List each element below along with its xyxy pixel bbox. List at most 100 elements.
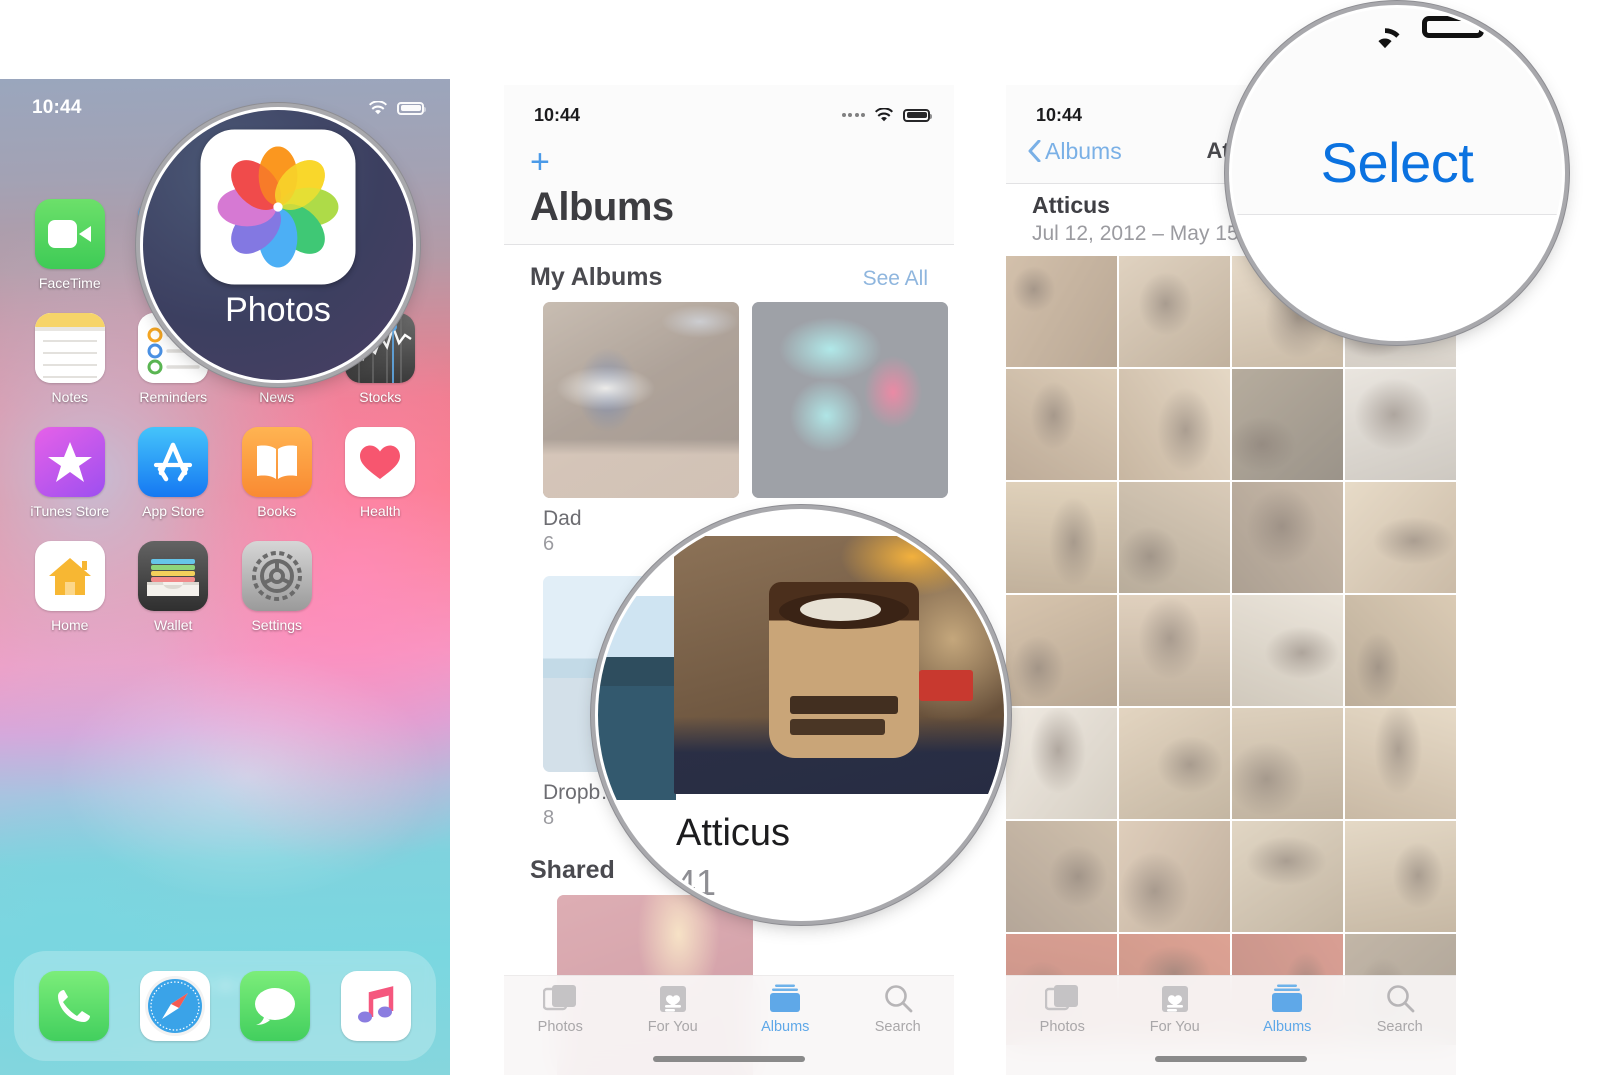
select-button[interactable]: Select [1232,130,1562,195]
app-notes[interactable]: Notes [18,313,122,405]
messages-icon [240,971,311,1041]
dock-app-music[interactable] [340,971,411,1041]
app-home[interactable]: Home [18,541,122,633]
tab-albums[interactable]: Albums [1231,984,1344,1035]
dock-app-phone[interactable] [39,971,110,1041]
home-indicator[interactable] [1155,1056,1307,1062]
tab-label: Photos [1039,1018,1085,1035]
photo-thumbnail[interactable] [1006,369,1117,480]
photo-thumbnail[interactable] [1345,369,1456,480]
status-time: 10:44 [534,104,581,125]
section-title: My Albums [530,263,663,291]
phone-icon [39,971,110,1041]
app-store-icon [138,427,209,497]
see-all-link[interactable]: See All [863,267,928,291]
app-books[interactable]: Books [225,427,329,519]
photos-tab-icon [543,984,577,1010]
tab-label: For You [1149,1018,1200,1035]
dock-app-messages[interactable] [240,971,311,1041]
content-area [1232,214,1562,338]
page-title: Albums [530,185,674,229]
app-label: App Store [142,503,205,519]
album-thumbnail [752,302,948,498]
notes-icon [34,313,105,383]
callout-atticus-album: Atticus 41 [598,512,1004,918]
photo-thumbnail[interactable] [1232,821,1343,932]
callout-photos-app: Photos [143,110,413,380]
app-label: Health [360,503,401,519]
photo-thumbnail[interactable] [1119,369,1230,480]
photo-thumbnail[interactable] [1006,708,1117,819]
tab-for-you[interactable]: For You [617,984,730,1035]
albums-tab-icon [1272,984,1303,1012]
photo-grid [1006,256,1456,1045]
for-you-tab-icon [1161,985,1188,1012]
settings-icon [241,541,312,611]
photo-thumbnail[interactable] [1119,256,1230,367]
wallet-icon [138,541,209,611]
add-album-button[interactable]: + [530,145,550,179]
photo-thumbnail[interactable] [1119,482,1230,593]
callout-select-button: Select [1232,8,1562,338]
screenshot-stage: 10:44 FaceTime Notes Reminders News Stoc… [0,0,1600,1075]
photo-thumbnail[interactable] [1345,482,1456,593]
itunes-store-icon [34,427,105,497]
tab-label: Photos [537,1018,583,1035]
app-label: Home [51,617,89,633]
neighbor-album-thumb [598,596,676,800]
photo-thumbnail[interactable] [1232,482,1343,593]
photo-thumbnail[interactable] [1119,595,1230,706]
app-app-store[interactable]: App Store [122,427,226,519]
photo-thumbnail[interactable] [1232,369,1343,480]
album-cover-photo[interactable] [674,536,1004,794]
app-wallet[interactable]: Wallet [122,541,226,633]
photo-thumbnail[interactable] [1006,821,1117,932]
home-icon [34,541,105,611]
app-label: Books [257,503,297,519]
app-health[interactable]: Health [329,427,433,519]
albums-tab-icon [770,984,801,1012]
callout-album-count: 41 [676,862,717,903]
photos-tab-icon [1045,984,1079,1010]
photo-thumbnail[interactable] [1006,595,1117,706]
tab-label: Albums [761,1018,810,1035]
photo-thumbnail[interactable] [1345,821,1456,932]
tab-search[interactable]: Search [842,984,955,1035]
photo-thumbnail[interactable] [1345,708,1456,819]
app-label: Stocks [359,389,402,405]
app-label: FaceTime [38,275,101,291]
books-icon [241,427,312,497]
photo-thumbnail[interactable] [1006,256,1117,367]
battery-icon [903,108,932,122]
facetime-icon [34,199,105,269]
tab-albums[interactable]: Albums [729,984,842,1035]
app-facetime[interactable]: FaceTime [18,199,122,291]
photo-thumbnail[interactable] [1345,595,1456,706]
tab-label: Albums [1263,1018,1312,1035]
photos-icon[interactable] [200,129,356,285]
tab-bar: Photos For You Albums Search [1006,975,1456,1075]
tab-label: Search [1376,1018,1423,1035]
safari-icon [139,971,210,1041]
app-label: Wallet [154,617,193,633]
wifi-icon [875,107,893,121]
photo-thumbnail[interactable] [1232,708,1343,819]
home-indicator[interactable] [653,1056,805,1062]
app-label: Reminders [139,389,208,405]
photo-thumbnail[interactable] [1119,821,1230,932]
status-time: 10:44 [32,97,82,118]
my-albums-section-header: My Albums See All [504,245,954,302]
cellular-dots-icon [841,113,865,117]
dock [14,951,436,1061]
app-settings[interactable]: Settings [225,541,329,633]
tab-photos[interactable]: Photos [504,984,617,1035]
tab-for-you[interactable]: For You [1119,984,1232,1035]
tab-photos[interactable]: Photos [1006,984,1119,1035]
photo-thumbnail[interactable] [1119,708,1230,819]
photo-thumbnail[interactable] [1232,595,1343,706]
tab-search[interactable]: Search [1344,984,1457,1035]
app-itunes-store[interactable]: iTunes Store [18,427,122,519]
music-icon [340,971,411,1041]
dock-app-safari[interactable] [139,971,210,1041]
photo-thumbnail[interactable] [1006,482,1117,593]
